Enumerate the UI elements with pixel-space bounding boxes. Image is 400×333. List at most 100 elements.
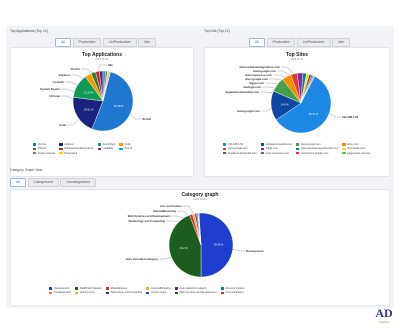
legend-label: chrome xyxy=(37,143,47,146)
sites-legend-item[interactable]: pagespeed.web.dev xyxy=(342,152,370,155)
logo-signature: Soulfus xyxy=(379,320,389,324)
sites-percent-label: 14.8 % xyxy=(281,103,290,107)
category-legend-item[interactable]: Web Services and Development xyxy=(174,291,217,295)
apps-legend-item[interactable]: SearchApp xyxy=(97,143,116,146)
apps-section-title: Top Applications (Top 12) xyxy=(10,29,48,33)
apps-callout-label: iTerm2 xyxy=(142,117,151,121)
category-callout-line xyxy=(183,205,194,214)
category-legend-item[interactable]: Communication xyxy=(220,291,245,295)
legend-swatch xyxy=(59,151,63,155)
category-callout-label: Development xyxy=(246,249,264,253)
legend-swatch xyxy=(49,291,53,295)
sites-tab-idle[interactable]: Idle xyxy=(332,38,350,47)
apps-percent-label: 20.61 % xyxy=(84,107,94,111)
apps-callout-label: Idle xyxy=(108,63,113,67)
apps-legend-item[interactable]: iTerm2 xyxy=(119,147,132,150)
category-percent-label: 44.2 % xyxy=(180,246,189,250)
apps-legend-item[interactable]: WindowsInputExperience xyxy=(59,147,94,151)
legend-label: Web Services and Development xyxy=(179,291,217,295)
category-legend-item[interactable]: Uncategorized xyxy=(49,291,71,294)
category-callout-line xyxy=(177,210,189,216)
apps-tab-productive[interactable]: Productive xyxy=(72,38,102,47)
legend-label: WindowsInputExperience xyxy=(64,147,94,151)
legend-label: pagespeed.web.dev xyxy=(347,151,371,155)
category-callout-line xyxy=(166,220,179,223)
apps-callout-label: Code xyxy=(59,123,66,127)
apps-tab-unproductive[interactable]: UnProductive xyxy=(102,38,137,47)
sites-legend-item[interactable]: www.google.com xyxy=(296,143,338,146)
sites-tab-unproductive[interactable]: UnProductive xyxy=(296,38,331,47)
legend-swatch xyxy=(33,143,37,146)
legend-label: DataTrack Solution xyxy=(79,287,102,290)
logo-mark: AD xyxy=(375,306,393,320)
apps-tab-all[interactable]: All xyxy=(55,38,71,47)
legend-swatch xyxy=(49,287,53,290)
sites-callout-label: slackgpt.com xyxy=(243,85,261,89)
sites-legend-item[interactable]: appadmin.kimandwt.com xyxy=(223,152,257,155)
legend-label: SearchApp xyxy=(102,143,116,146)
apps-legend-item[interactable]: chrome xyxy=(33,143,55,146)
sites-legend-item[interactable]: www.redmineintegrationlink.com xyxy=(296,147,338,150)
legend-swatch xyxy=(174,291,178,295)
legend-swatch xyxy=(74,287,79,290)
category-tab-all[interactable]: All xyxy=(10,178,26,187)
category-legend-item[interactable]: System Apps xyxy=(146,291,170,294)
legend-swatch xyxy=(220,287,224,290)
apps-chart-card: Top Applications 2023-06-21 52.38 % 20.61… xyxy=(10,47,194,177)
apps-callout-label: Lookaftr xyxy=(53,80,65,84)
legend-label: InternetBrowsing xyxy=(151,287,171,290)
category-callout-line xyxy=(171,215,184,219)
legend-swatch xyxy=(223,151,227,155)
category-legend-item[interactable]: Miscellaneous xyxy=(105,287,142,290)
apps-callout-line xyxy=(67,118,80,126)
apps-legend-item[interactable]: Photos xyxy=(33,147,55,150)
category-callout-label: Technology and Computing xyxy=(128,219,165,223)
legend-label: Technology and Computing xyxy=(110,291,143,295)
apps-callout-label: Chrome xyxy=(49,94,60,98)
legend-swatch xyxy=(146,287,150,290)
sites-legend-item[interactable]: webapp.kimandwt.com xyxy=(260,143,292,146)
sites-legend-item[interactable]: 192.168.1.62 xyxy=(223,143,257,146)
apps-callout-label: System Events xyxy=(40,87,60,91)
sites-legend-item[interactable]: drive.com xyxy=(342,143,370,146)
category-legend-item[interactable]: Auto classified category xyxy=(174,287,217,290)
sites-tab-all[interactable]: All xyxy=(249,38,265,47)
legend-swatch xyxy=(220,291,224,295)
apps-legend-item[interactable]: Lookafter xyxy=(97,147,116,150)
sites-legend-item[interactable]: www.google.com xyxy=(223,147,257,150)
sites-callout-label: www.google.com xyxy=(236,109,260,113)
sites-tab-productive[interactable]: Productive xyxy=(266,38,296,47)
legend-swatch xyxy=(105,291,110,295)
brand-logo: AD Soulfus xyxy=(373,307,395,329)
apps-legend-item[interactable]: Powershell xyxy=(59,152,93,155)
apps-legend-item[interactable]: explorer xyxy=(59,143,93,146)
sites-legend-item[interactable]: maxiccount.google.com xyxy=(296,152,338,155)
category-legend-item[interactable]: Technology and Computing xyxy=(105,291,143,295)
category-legend-item[interactable]: InternetBrowsing xyxy=(146,287,171,290)
legend-swatch xyxy=(296,143,300,146)
sites-legend-item[interactable]: 7digiz.com xyxy=(260,147,292,150)
legend-label: System Events xyxy=(37,151,56,155)
legend-label: Arts and Culture xyxy=(225,287,245,290)
category-percent-label: 50.98 % xyxy=(214,242,224,246)
category-legend-item[interactable]: Arts and Culture xyxy=(220,287,245,290)
sites-legend-item[interactable]: drivermate.com xyxy=(342,147,370,150)
apps-tab-idle[interactable]: Idle xyxy=(138,38,156,47)
category-legend-item[interactable]: DataTrack Solution xyxy=(74,287,102,290)
category-tab-categorized[interactable]: Categorized xyxy=(27,178,59,187)
apps-legend-item[interactable]: System Events xyxy=(33,152,55,155)
category-legend-item[interactable]: Hosting Cost xyxy=(74,291,102,294)
legend-swatch xyxy=(59,147,63,151)
sites-legend-item[interactable]: www.myaccess.com xyxy=(260,152,292,155)
category-tab-uncategorized[interactable]: Uncategorized xyxy=(60,178,96,187)
category-legend-item[interactable]: Development xyxy=(49,287,71,290)
sites-callout-label: appadmin.kimandwt.com xyxy=(226,90,260,94)
category-callout-label: Web Services and Development xyxy=(128,214,170,218)
legend-swatch xyxy=(342,151,346,155)
sites-filter-tabs: All Productive UnProductive Idle xyxy=(249,38,350,47)
sites-callout-label: 192.168.1.62 xyxy=(342,115,359,119)
legend-swatch xyxy=(296,147,300,151)
legend-label: 192.168.1.62 xyxy=(227,143,244,146)
apps-legend-item[interactable]: Code xyxy=(119,143,132,146)
legend-swatch xyxy=(33,147,37,151)
